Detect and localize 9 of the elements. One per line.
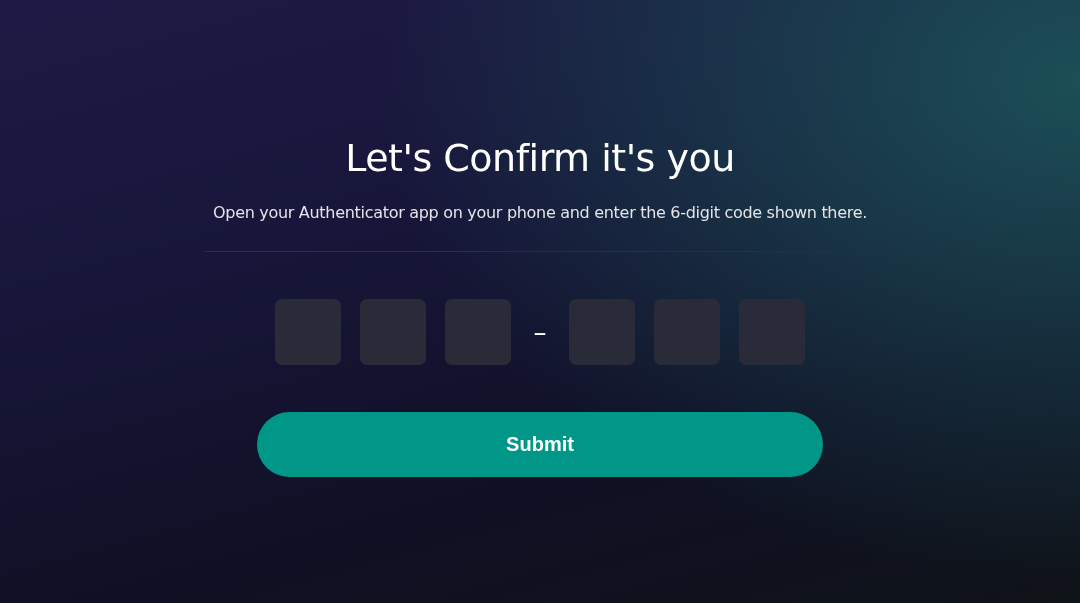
separator-dash: – bbox=[532, 317, 548, 347]
digit-field[interactable] bbox=[569, 299, 635, 365]
submit-button[interactable]: Submit bbox=[257, 412, 823, 477]
digit-field[interactable] bbox=[275, 299, 341, 365]
instruction-text: Open your Authenticator app on your phone and enter the 6-digit code shown there. bbox=[213, 202, 867, 224]
digit-field[interactable] bbox=[654, 299, 720, 365]
digit-field[interactable] bbox=[360, 299, 426, 365]
digit-field[interactable] bbox=[445, 299, 511, 365]
page-title: Let's Confirm it's you bbox=[345, 135, 735, 182]
